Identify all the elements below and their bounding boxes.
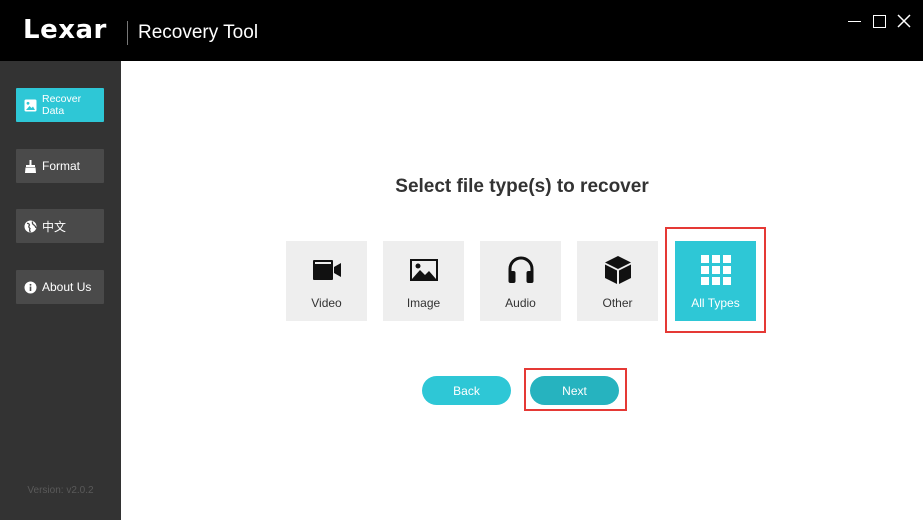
file-type-video[interactable]: Video [286,241,367,321]
next-button[interactable]: Next [530,376,619,405]
picture-icon [409,255,439,285]
file-type-label: All Types [691,296,740,310]
version-label: Version: v2.0.2 [27,485,94,496]
sidebar-item-format[interactable]: Format [16,149,104,183]
back-button[interactable]: Back [422,376,511,405]
info-icon [24,281,37,294]
app-title: Recovery Tool [138,22,259,43]
lexar-logo: Lexar [23,15,107,45]
file-type-image[interactable]: Image [383,241,464,321]
file-type-other[interactable]: Other [577,241,658,321]
sidebar-item-about-us[interactable]: About Us [16,270,104,304]
broom-icon [24,159,37,173]
sidebar-item-label: About Us [42,280,92,294]
title-bar: Lexar Recovery Tool [0,0,923,61]
file-type-audio[interactable]: Audio [480,241,561,321]
close-icon [897,14,911,28]
sidebar-item-language[interactable]: 中文 [16,209,104,243]
maximize-button[interactable] [872,12,888,32]
sidebar: Recover Data Format 中文 About Us Version:… [0,61,121,520]
cube-icon [603,255,633,285]
file-type-label: Other [602,296,633,310]
file-type-label: Image [406,296,441,310]
page-title: Select file type(s) to recover [395,176,649,197]
grid-icon [700,255,731,285]
headphones-icon [506,255,536,285]
file-type-all-types[interactable]: All Types [675,241,756,321]
title-divider [127,21,128,45]
globe-icon [24,220,37,233]
sidebar-item-label: 中文 [42,219,67,234]
minimize-button[interactable] [847,12,863,32]
file-type-label: Video [311,296,342,310]
image-icon [24,99,37,112]
video-camera-icon [312,255,342,285]
file-type-label: Audio [505,296,536,310]
close-button[interactable] [897,12,913,32]
sidebar-item-label: Format [42,159,81,173]
sidebar-item-recover-data[interactable]: Recover Data [16,88,104,122]
sidebar-item-label: Recover Data [42,93,82,117]
